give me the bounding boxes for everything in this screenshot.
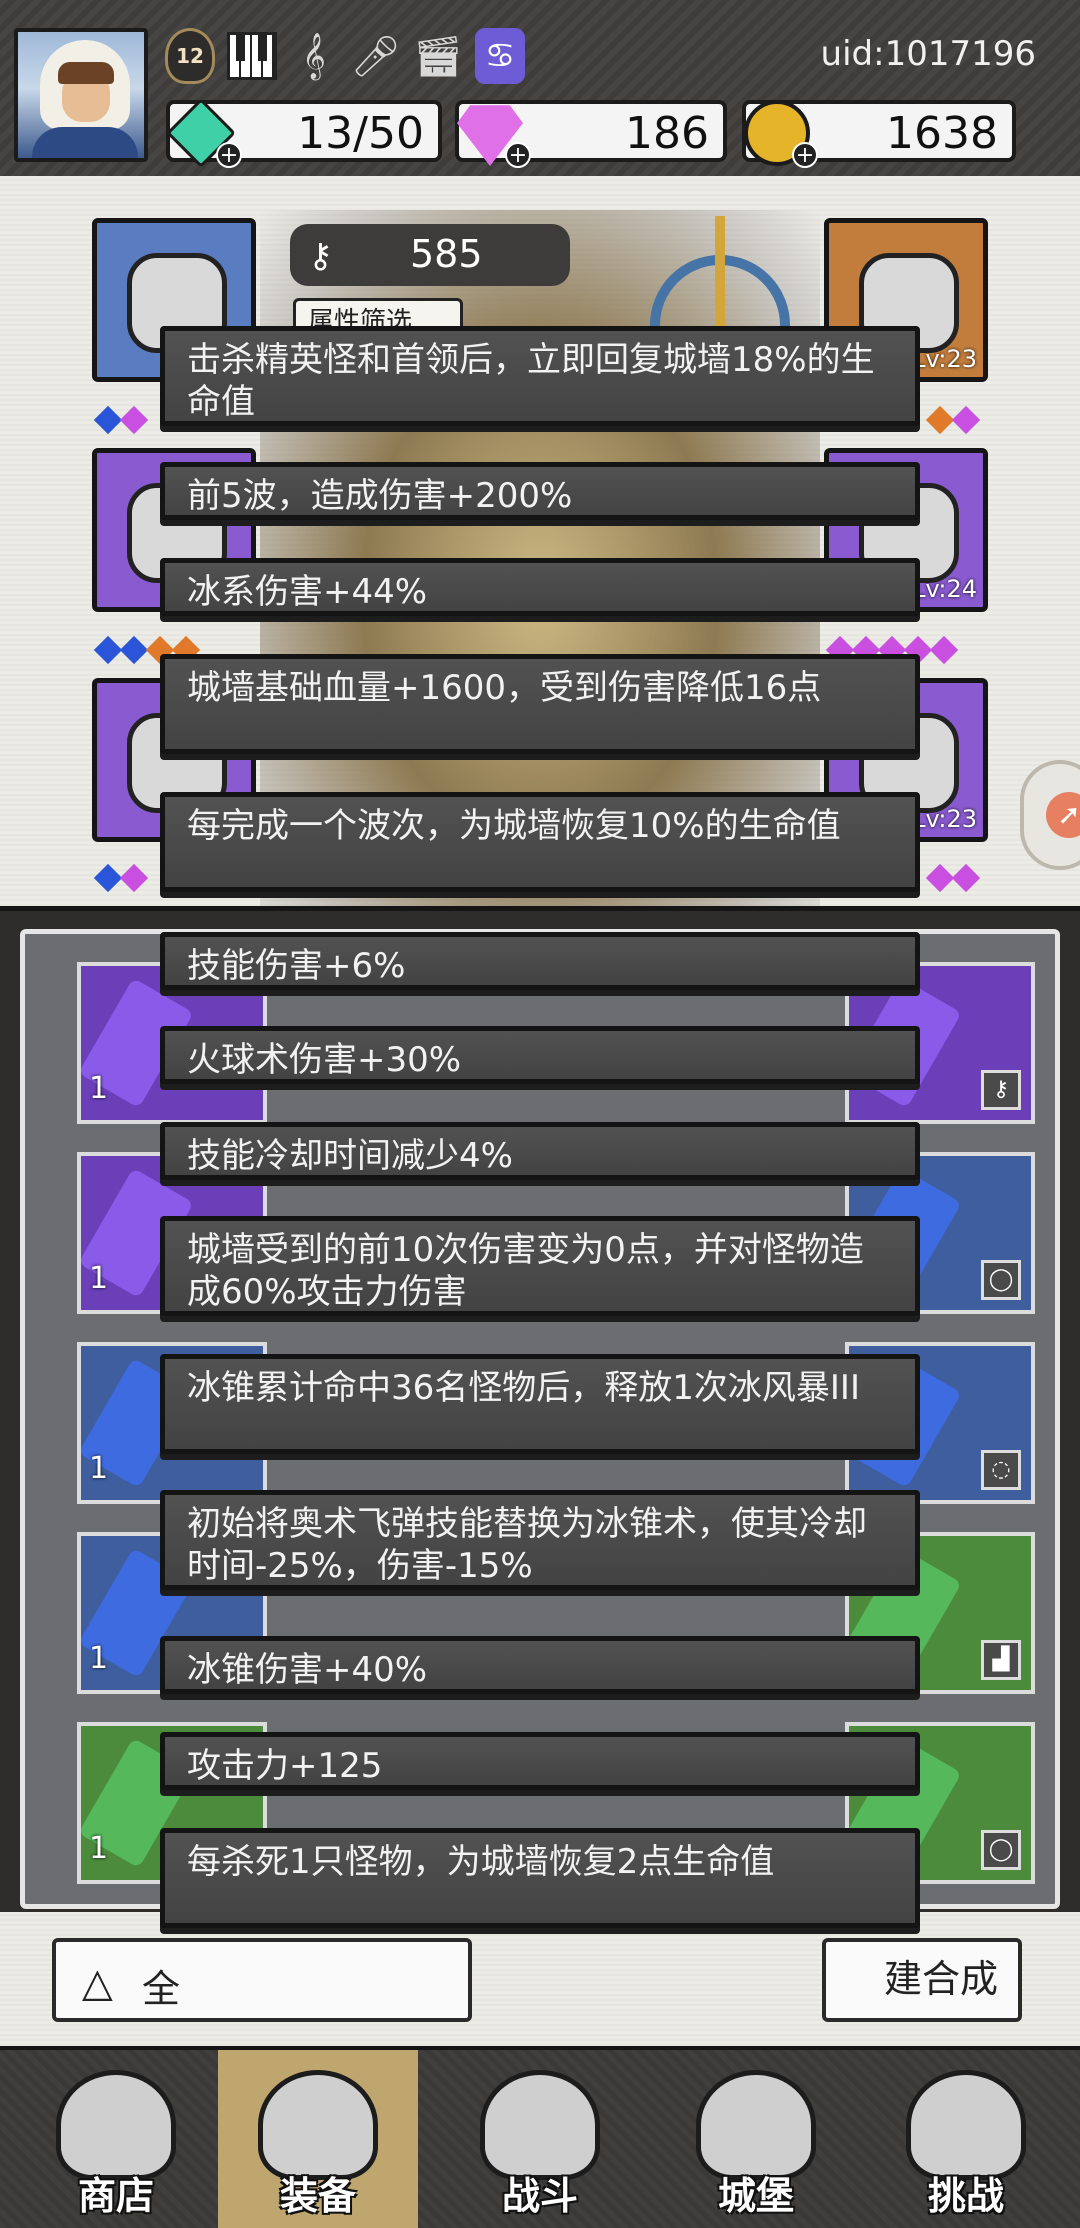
bottom-nav: 商店 装备 战斗 城堡 挑战 xyxy=(0,2046,1080,2228)
hero-staff-ornament xyxy=(715,216,725,336)
slot-level: Lv:24 xyxy=(912,575,977,603)
coin-value: 1638 xyxy=(886,108,998,159)
top-bar: 12 𝄞 🎤︎ 🎬︎ ♋︎ uid:1017196 + 13/50 + 186 … xyxy=(0,0,1080,176)
tooltip-item: 城墙基础血量+1600，受到伤害降低16点 xyxy=(160,654,920,754)
level-value: 12 xyxy=(176,44,204,68)
slot-gem-dots xyxy=(925,863,981,893)
microphone-icon[interactable]: 🎤︎ xyxy=(351,28,402,84)
nav-shop[interactable]: 商店 xyxy=(16,2050,216,2228)
tooltip-item: 火球术伤害+30% xyxy=(160,1026,920,1084)
level-badge-icon[interactable]: 12 xyxy=(165,28,215,84)
tooltip-item: 前5波，造成伤害+200% xyxy=(160,462,920,520)
player-avatar[interactable] xyxy=(14,28,148,162)
key-counter: ⚷ 585 xyxy=(290,224,570,286)
tooltip-item: 击杀精英怪和首领后，立即回复城墙18%的生命值 xyxy=(160,326,920,426)
uid-label: uid:1017196 xyxy=(820,34,1036,74)
inventory-actions: △ 全 建合成 xyxy=(52,1938,1022,2022)
ring-type-icon: ◯ xyxy=(981,1260,1021,1300)
side-shortcut-button[interactable]: ➚ xyxy=(1020,760,1080,870)
badge-row: 12 𝄞 🎤︎ 🎬︎ ♋︎ xyxy=(165,28,525,84)
select-all-button[interactable]: △ 全 xyxy=(52,1938,472,2022)
shop-icon xyxy=(56,2070,176,2180)
coin-plus-icon[interactable]: + xyxy=(792,142,818,168)
energy-value: 13/50 xyxy=(297,108,424,159)
crossed-swords-icon xyxy=(480,2070,600,2180)
key-value: 585 xyxy=(410,232,483,276)
tooltip-item: 城墙受到的前10次伤害变为0点，并对怪物造成60%攻击力伤害 xyxy=(160,1216,920,1316)
necklace-type-icon: ◯ xyxy=(981,1830,1021,1870)
select-all-label: 全 xyxy=(142,1967,181,2011)
gem-value: 186 xyxy=(625,108,709,159)
ring-type-icon: ◌ xyxy=(981,1450,1021,1490)
tooltip-item: 技能冷却时间减少4% xyxy=(160,1122,920,1180)
tooltip-item: 每杀死1只怪物，为城墙恢复2点生命值 xyxy=(160,1828,920,1928)
shield-icon xyxy=(906,2070,1026,2180)
gem-plus-icon[interactable]: + xyxy=(505,142,531,168)
tooltip-item: 冰锥累计命中36名怪物后，释放1次冰风暴III xyxy=(160,1354,920,1454)
cancer-zodiac-icon[interactable]: ♋︎ xyxy=(475,28,525,84)
energy-plus-icon[interactable]: + xyxy=(216,142,242,168)
piano-icon[interactable] xyxy=(227,28,277,84)
tooltip-item: 冰系伤害+44% xyxy=(160,558,920,616)
up-arrow-icon: △ xyxy=(82,1960,113,2006)
tooltip-item: 攻击力+125 xyxy=(160,1732,920,1790)
clapper-icon[interactable]: 🎬︎ xyxy=(413,28,464,84)
key-icon: ⚷ xyxy=(308,236,333,276)
nav-battle[interactable]: 战斗 xyxy=(440,2050,640,2228)
slot-gem-dots xyxy=(925,405,981,435)
tooltip-item: 每完成一个波次，为城墙恢复10%的生命值 xyxy=(160,792,920,892)
merge-button[interactable]: 建合成 xyxy=(822,1938,1022,2022)
backpack-icon xyxy=(258,2070,378,2180)
arrow-icon: ➚ xyxy=(1046,792,1080,838)
merge-label: 建合成 xyxy=(883,1957,998,2001)
wand-type-icon: ⚷ xyxy=(981,1070,1021,1110)
castle-icon xyxy=(696,2070,816,2180)
tooltip-item: 初始将奥术飞弹技能替换为冰锥术，使其冷却时间-25%，伤害-15% xyxy=(160,1490,920,1590)
gem-counter[interactable]: + 186 xyxy=(455,100,727,168)
tooltip-item: 冰锥伤害+40% xyxy=(160,1636,920,1694)
boots-type-icon: ▟ xyxy=(981,1640,1021,1680)
nav-equipment[interactable]: 装备 xyxy=(218,2050,418,2228)
coin-counter[interactable]: + 1638 xyxy=(742,100,1016,168)
slot-level: Lv:23 xyxy=(912,805,977,833)
tooltip-item: 技能伤害+6% xyxy=(160,932,920,990)
slot-level: Lv:23 xyxy=(912,345,977,373)
nav-challenge[interactable]: 挑战 xyxy=(866,2050,1066,2228)
energy-counter[interactable]: + 13/50 xyxy=(165,97,442,169)
music-note-icon[interactable]: 𝄞 xyxy=(289,28,339,84)
slot-gem-dots xyxy=(93,863,149,893)
nav-castle[interactable]: 城堡 xyxy=(656,2050,856,2228)
slot-gem-dots xyxy=(93,405,149,435)
